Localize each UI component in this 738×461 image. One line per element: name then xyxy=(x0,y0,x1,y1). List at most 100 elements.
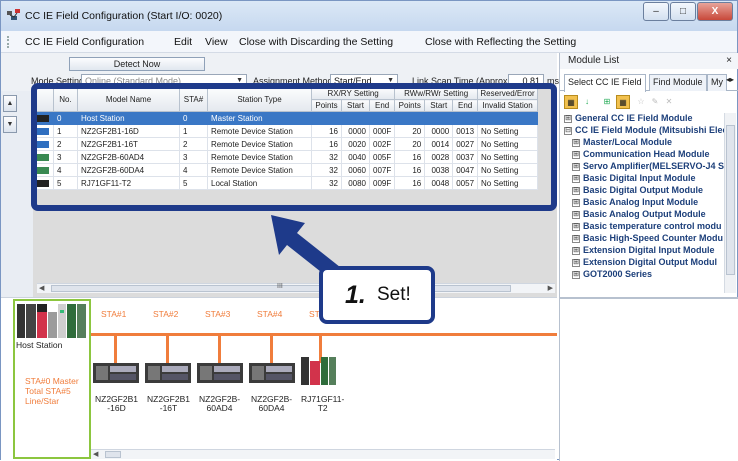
expand-icon[interactable]: ⊞ xyxy=(572,270,580,279)
close-icon[interactable]: × xyxy=(726,53,732,69)
tree-node[interactable]: ⊞ Basic High-Speed Counter Modu xyxy=(572,233,723,244)
detect-now-button[interactable]: Detect Now xyxy=(69,57,205,71)
topology-horizontal-scrollbar[interactable]: ◀ xyxy=(91,449,555,459)
tree-node-label: Basic Analog Output Module xyxy=(583,209,706,219)
expand-icon[interactable]: ⊞ xyxy=(572,162,580,171)
expand-icon[interactable]: ⊞ xyxy=(564,114,572,123)
tab-select-cc-ie-field[interactable]: Select CC IE Field xyxy=(564,74,646,92)
device-image-sta5[interactable] xyxy=(301,357,337,385)
module-list-toolbar: ▦ ↓ ⊞ ▦ ☆ ✎ ✕ xyxy=(560,93,738,111)
tree-node-label: Basic temperature control modu xyxy=(583,221,722,231)
host-station-info: STA#0 Master Total STA#5 Line/Star xyxy=(25,376,79,406)
menu-edit[interactable]: Edit xyxy=(174,36,192,48)
star-icon[interactable]: ☆ xyxy=(634,95,648,109)
module-list-pane: Module List × Select CC IE Field Find Mo… xyxy=(559,53,738,461)
app-window: CC IE Field Configuration (Start I/O: 00… xyxy=(0,0,738,461)
tree-node-label: Servo Amplifier(MELSERVO-J4 S xyxy=(583,161,724,171)
move-up-button[interactable]: ▲ xyxy=(3,95,17,112)
module-info-panel xyxy=(560,297,738,461)
tab-scroll-icon[interactable]: ◂▸ xyxy=(726,75,734,84)
maximize-button[interactable]: □ xyxy=(670,2,696,21)
row-move-buttons: ▲ ▼ xyxy=(3,95,17,137)
expand-icon[interactable]: ⊞ xyxy=(572,138,580,147)
scroll-left-icon[interactable]: ◀ xyxy=(93,450,98,458)
module-list-title: Module List × xyxy=(560,53,738,69)
scroll-thumb[interactable] xyxy=(726,125,735,275)
delete-icon[interactable]: ✕ xyxy=(662,95,676,109)
menu-bar: CC IE Field Configuration Edit View Clos… xyxy=(1,31,737,53)
tree-node[interactable]: ⊞ Basic temperature control modu xyxy=(572,221,722,232)
device-label-sta4: NZ2GF2B- 60DA4 xyxy=(251,394,293,413)
expand-icon[interactable]: ⊞ xyxy=(600,95,614,109)
device-image-sta1[interactable] xyxy=(93,361,139,385)
title-bar: CC IE Field Configuration (Start I/O: 00… xyxy=(1,1,737,31)
menu-close-reflect[interactable]: Close with Reflecting the Setting xyxy=(425,36,576,48)
menu-view[interactable]: View xyxy=(205,36,228,48)
sta-label: STA#2 xyxy=(153,309,179,319)
host-info-line: Line/Star xyxy=(25,396,60,406)
tree-node-label: Communication Head Module xyxy=(583,149,710,159)
menu-cc-ie-field-configuration[interactable]: CC IE Field Configuration xyxy=(25,36,144,48)
device-image-sta4[interactable] xyxy=(249,361,295,385)
expand-icon[interactable]: ⊞ xyxy=(572,174,580,183)
expand-icon[interactable]: ⊞ xyxy=(572,222,580,231)
expand-icon[interactable]: ⊞ xyxy=(572,150,580,159)
tab-find-module[interactable]: Find Module xyxy=(649,74,707,91)
tree-node[interactable]: ⊞ Master/Local Module xyxy=(572,137,672,148)
close-button[interactable]: X xyxy=(697,2,733,21)
device-label-sta2: NZ2GF2B1 -16T xyxy=(147,394,190,413)
sta-label: STA#3 xyxy=(205,309,231,319)
minimize-button[interactable]: – xyxy=(643,2,669,21)
tree-node-label: Basic High-Speed Counter Modu xyxy=(583,233,724,243)
tree-node[interactable]: ⊞ Extension Digital Input Module xyxy=(572,245,715,256)
expand-icon[interactable]: ⊞ xyxy=(572,198,580,207)
tree-node-label: GOT2000 Series xyxy=(583,269,653,279)
menu-close-discard[interactable]: Close with Discarding the Setting xyxy=(239,36,393,48)
tree-node[interactable]: ⊞ Basic Digital Output Module xyxy=(572,185,703,196)
device-image-sta3[interactable] xyxy=(197,361,243,385)
collapse-icon[interactable]: ▦ xyxy=(616,95,630,109)
scroll-thumb[interactable] xyxy=(105,451,121,458)
device-label-sta3: NZ2GF2B- 60AD4 xyxy=(199,394,241,413)
device-image-sta2[interactable] xyxy=(145,361,191,385)
host-plc-image xyxy=(17,304,86,338)
tree-node[interactable]: ⊟CC IE Field Module (Mitsubishi Electric… xyxy=(564,125,724,136)
tree-node[interactable]: ⊞ Basic Analog Input Module xyxy=(572,197,698,208)
scroll-right-icon[interactable]: ▶ xyxy=(548,284,553,292)
module-list-title-text: Module List xyxy=(568,55,620,66)
move-down-button[interactable]: ▼ xyxy=(3,116,17,133)
module-tree: ⊞ General CC IE Field Module ⊟ CC IE Field … xyxy=(562,113,724,293)
tree-node[interactable]: ⊞ Basic Analog Output Module xyxy=(572,209,706,220)
drop-line xyxy=(166,333,169,363)
module-list-tabs: Select CC IE Field Find Module My ◂▸ xyxy=(560,71,738,92)
tab-my[interactable]: My xyxy=(707,74,727,91)
tree-node-label: Extension Digital Input Module xyxy=(583,245,715,255)
tree-node[interactable]: ⊞ GOT2000 Series xyxy=(572,269,652,280)
tree-node-label: Basic Digital Input Module xyxy=(583,173,696,183)
module-list-vertical-scrollbar[interactable] xyxy=(724,113,736,293)
grid-horizontal-scrollbar[interactable]: ◀ III ▶ xyxy=(37,283,555,293)
callout-text: Set! xyxy=(377,284,411,305)
expand-icon[interactable]: ⊞ xyxy=(572,258,580,267)
expand-icon[interactable]: ⊞ xyxy=(572,246,580,255)
highlight-frame xyxy=(31,83,557,211)
app-icon xyxy=(7,9,20,20)
device-label-sta1: NZ2GF2B1 -16D xyxy=(95,394,138,413)
tree-node-label: Master/Local Module xyxy=(583,137,673,147)
tree-node[interactable]: ⊞ General CC IE Field Module xyxy=(564,113,693,124)
expand-icon[interactable]: ⊞ xyxy=(572,186,580,195)
scroll-left-icon[interactable]: ◀ xyxy=(39,284,44,292)
expand-icon[interactable]: ⊞ xyxy=(572,210,580,219)
tree-node[interactable]: ⊞ Extension Digital Output Modul xyxy=(572,257,717,268)
tree-node-label: Extension Digital Output Modul xyxy=(583,257,717,267)
collapse-icon[interactable]: ⊟ xyxy=(564,126,572,135)
drop-line xyxy=(218,333,221,363)
edit-icon[interactable]: ✎ xyxy=(648,95,662,109)
sort-icon[interactable]: ▦ xyxy=(564,95,578,109)
tree-node[interactable]: ⊞ Servo Amplifier(MELSERVO-J4 S xyxy=(572,161,724,172)
sta-label: STA#4 xyxy=(257,309,283,319)
sort-az-icon[interactable]: ↓ xyxy=(580,95,594,109)
tree-node[interactable]: ⊞ Basic Digital Input Module xyxy=(572,173,696,184)
tree-node[interactable]: ⊞ Communication Head Module xyxy=(572,149,710,160)
expand-icon[interactable]: ⊞ xyxy=(572,234,580,243)
